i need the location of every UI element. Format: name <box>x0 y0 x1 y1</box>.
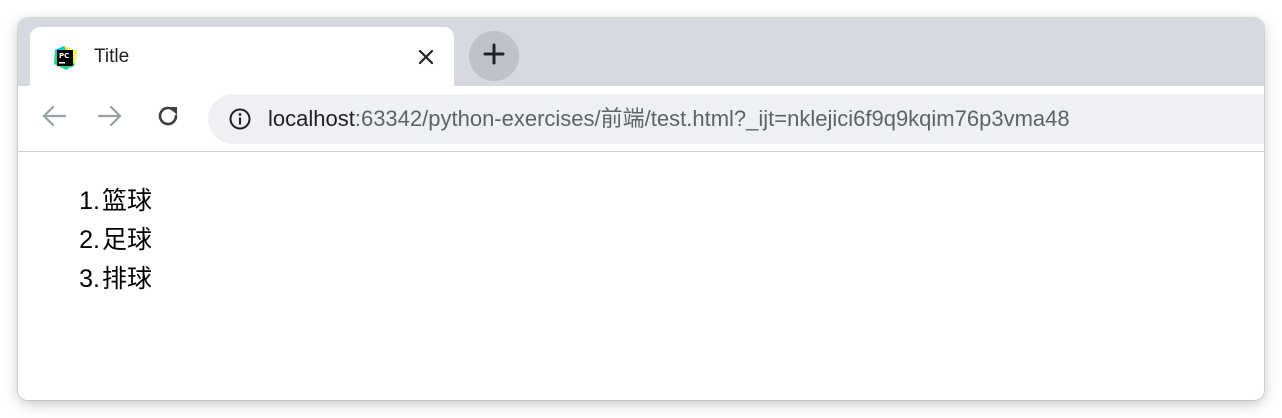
url-path: :63342/python-exercises/前端/test.html?_ij… <box>354 106 1070 131</box>
ordered-list: 1. 篮球 2. 足球 3. 排球 <box>62 182 152 299</box>
pycharm-icon: PC <box>52 45 78 71</box>
tab-active[interactable]: PC Title <box>30 27 454 87</box>
list-number: 3. <box>79 265 100 293</box>
list-text: 篮球 <box>102 187 153 215</box>
list-item: 2. 足球 <box>62 221 152 260</box>
reload-button[interactable] <box>150 100 186 136</box>
forward-button[interactable] <box>92 100 128 136</box>
new-tab-button[interactable] <box>469 31 519 81</box>
tab-strip: PC Title <box>18 18 1264 87</box>
reload-icon <box>155 103 181 134</box>
info-icon[interactable] <box>228 107 252 131</box>
close-icon[interactable] <box>412 43 440 71</box>
list-text: 排球 <box>102 265 153 293</box>
browser-window: PC Title localhost:63342/python-exercise… <box>18 18 1264 400</box>
url-host: localhost <box>268 106 355 131</box>
address-bar[interactable]: localhost:63342/python-exercises/前端/test… <box>208 94 1264 144</box>
list-item: 1. 篮球 <box>62 182 152 221</box>
list-item: 3. 排球 <box>62 260 152 299</box>
page-content: 1. 篮球 2. 足球 3. 排球 <box>18 152 1264 400</box>
arrow-left-icon <box>41 105 67 132</box>
list-text: 足球 <box>102 226 153 254</box>
browser-toolbar: localhost:63342/python-exercises/前端/test… <box>18 86 1264 152</box>
plus-icon <box>483 43 505 70</box>
url-text[interactable]: localhost:63342/python-exercises/前端/test… <box>268 106 1070 132</box>
list-number: 2. <box>79 226 100 254</box>
svg-text:PC: PC <box>59 52 69 60</box>
back-button[interactable] <box>36 100 72 136</box>
arrow-right-icon <box>97 105 123 132</box>
list-number: 1. <box>79 187 100 215</box>
tab-title: Title <box>94 46 130 67</box>
